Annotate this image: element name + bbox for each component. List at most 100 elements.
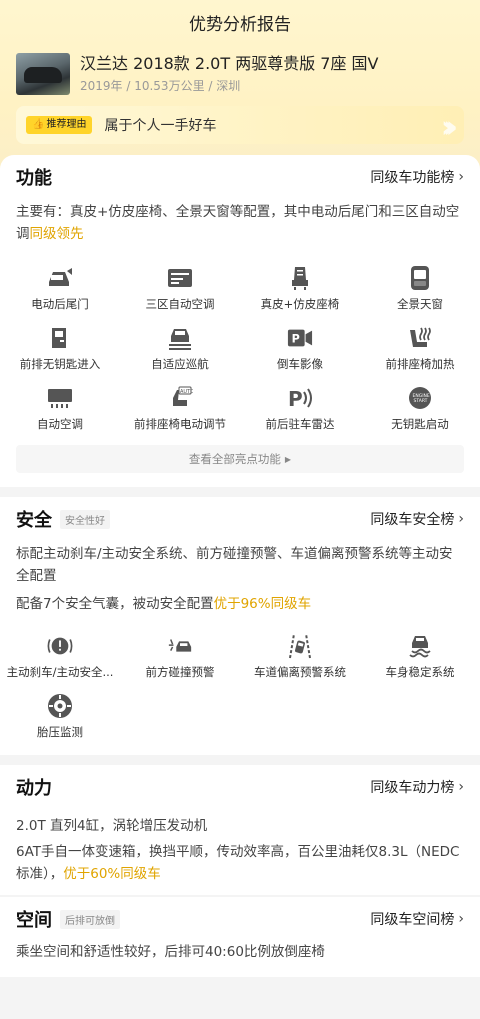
- feature-label: 无钥匙启动: [391, 417, 449, 431]
- view-all-features-label: 查看全部亮点功能: [188, 452, 281, 466]
- feature-item[interactable]: 前排无钥匙进入: [0, 319, 120, 379]
- safety-airbag-text: 配备7个安全气囊，被动安全配置: [16, 596, 214, 612]
- feature-label: 车道偏离预警系统: [254, 665, 346, 679]
- power-section: 动力 同级车动力榜 › 2.0T 直列4缸，涡轮增压发动机 6AT手自一体变速箱…: [0, 765, 480, 895]
- safety-rank-link[interactable]: 同级车安全榜 ›: [370, 509, 464, 529]
- space-title: 空间 后排可放倒: [16, 906, 120, 932]
- caret-right-icon: ▶: [284, 454, 292, 464]
- tailgate-icon: [47, 266, 73, 290]
- report-hero: 优势分析报告 汉兰达 2018款 2.0T 两驱尊贵版 7座 国V 2019年 …: [0, 0, 480, 175]
- start-button-icon: ENGINE START: [407, 386, 433, 410]
- safety-highlight: 优于96%同级车: [213, 596, 312, 612]
- feature-item[interactable]: 全景天窗: [360, 259, 480, 319]
- car-meta: 2019年 / 10.53万公里 / 深圳: [80, 79, 241, 93]
- svg-text:START: START: [414, 398, 428, 404]
- seat-heat-icon: [407, 326, 433, 350]
- camera-icon: P: [287, 326, 313, 350]
- recommend-reason-text: 属于个人一手好车: [104, 118, 217, 134]
- space-description: 乘坐空间和舒适性较好，后排可40:60比例放倒座椅: [16, 944, 325, 960]
- feature-label: 三区自动空调: [145, 297, 215, 311]
- space-rank-link[interactable]: 同级车空间榜 ›: [370, 909, 464, 929]
- feature-label: 主动刹车/主动安全...: [6, 665, 114, 679]
- feature-label: 前排座椅电动调节: [134, 417, 226, 431]
- safety-feature-grid: 主动刹车/主动安全... 前方碰撞预警 车道偏离预警系统 车身稳定系统 胎压监测: [0, 627, 480, 747]
- power-highlight: 优于60%同级车: [63, 866, 161, 882]
- feature-label: 前后驻车雷达: [265, 417, 335, 431]
- feature-item[interactable]: 主动刹车/主动安全...: [0, 627, 120, 687]
- safety-title: 安全 安全性好: [16, 506, 110, 532]
- safety-rank-label: 同级车安全榜: [370, 512, 455, 528]
- power-rank-link[interactable]: 同级车动力榜 ›: [370, 777, 464, 797]
- space-rank-label: 同级车空间榜: [370, 912, 455, 928]
- chevron-decoration-icon: ›››: [440, 110, 458, 144]
- feature-item[interactable]: 车身稳定系统: [360, 627, 480, 687]
- collision-icon: [167, 634, 193, 658]
- feature-label: 胎压监测: [37, 725, 83, 739]
- feature-item[interactable]: AUTO 前排座椅电动调节: [120, 379, 240, 439]
- feature-label: 自动空调: [37, 417, 83, 431]
- thumb-up-icon: 👍: [32, 119, 45, 130]
- feature-item[interactable]: 前排座椅加热: [360, 319, 480, 379]
- car-title: 汉兰达 2018款 2.0T 两驱尊贵版 7座 国V: [80, 54, 379, 73]
- feature-item[interactable]: ENGINE START 无钥匙启动: [360, 379, 480, 439]
- page-title: 优势分析报告: [189, 14, 291, 35]
- feature-item[interactable]: 电动后尾门: [0, 259, 120, 319]
- feature-label: 真皮+仿皮座椅: [260, 297, 340, 311]
- feature-item[interactable]: P 前后驻车雷达: [240, 379, 360, 439]
- power-transmission: 6AT手自一体变速箱，换挡平顺，传动效率高，百公里油耗仅8.3L（NEDC标准）…: [0, 841, 480, 885]
- recommend-reason-tag: 👍 推荐理由: [26, 116, 93, 134]
- safety-section: 安全 安全性好 同级车安全榜 › 标配主动刹车/主动安全系统、前方碰撞预警、车道…: [0, 497, 480, 755]
- car-summary[interactable]: 汉兰达 2018款 2.0T 两驱尊贵版 7座 国V 2019年 / 10.53…: [16, 52, 464, 96]
- ac-icon: [47, 386, 73, 410]
- feature-label: 倒车影像: [277, 357, 323, 371]
- cruise-icon: [167, 326, 193, 350]
- safety-airbag-description: 配备7个安全气囊，被动安全配置优于96%同级车: [0, 593, 480, 615]
- sunroof-icon: [407, 266, 433, 290]
- feature-item[interactable]: 自动空调: [0, 379, 120, 439]
- seat-icon: [287, 266, 313, 290]
- safety-tag: 安全性好: [60, 509, 110, 529]
- car-thumbnail: [16, 53, 70, 95]
- feature-item[interactable]: 车道偏离预警系统: [240, 627, 360, 687]
- chevron-right-icon: ›: [458, 911, 464, 927]
- function-title: 功能: [16, 168, 52, 189]
- function-highlight: 同级领先: [29, 226, 84, 242]
- recommend-reason-bar: 👍 推荐理由 属于个人一手好车 ›››: [16, 106, 464, 144]
- brake-icon: [47, 634, 73, 658]
- space-section: 空间 后排可放倒 同级车空间榜 › 乘坐空间和舒适性较好，后排可40:60比例放…: [0, 897, 480, 977]
- parking-radar-icon: P: [287, 386, 313, 410]
- door-key-icon: [47, 326, 73, 350]
- chevron-right-icon: ›: [458, 779, 464, 795]
- svg-text:P: P: [292, 333, 300, 346]
- feature-label: 电动后尾门: [31, 297, 89, 311]
- function-rank-link[interactable]: 同级车功能榜 ›: [370, 167, 464, 187]
- safety-title-text: 安全: [16, 510, 52, 531]
- power-title: 动力: [16, 778, 52, 799]
- svg-text:AUTO: AUTO: [180, 389, 193, 395]
- safety-description: 标配主动刹车/主动安全系统、前方碰撞预警、车道偏离预警系统等主动安全配置: [16, 546, 453, 584]
- svg-text:P: P: [288, 387, 303, 410]
- feature-label: 车身稳定系统: [385, 665, 455, 679]
- feature-label: 自适应巡航: [151, 357, 209, 371]
- power-rank-label: 同级车动力榜: [370, 780, 455, 796]
- climate-icon: [167, 266, 193, 290]
- function-section: 功能 同级车功能榜 › 主要有：真皮+仿皮座椅、全景天窗等配置，其中电动后尾门和…: [0, 155, 480, 487]
- recommend-reason-tag-label: 推荐理由: [46, 119, 87, 130]
- feature-item[interactable]: 前方碰撞预警: [120, 627, 240, 687]
- seat-adjust-icon: AUTO: [167, 386, 193, 410]
- function-rank-label: 同级车功能榜: [370, 170, 455, 186]
- space-tag: 后排可放倒: [60, 909, 120, 929]
- function-description: 主要有：真皮+仿皮座椅、全景天窗等配置，其中电动后尾门和三区自动空调同级领先: [0, 201, 480, 245]
- view-all-features-button[interactable]: 查看全部亮点功能 ▶: [16, 445, 464, 473]
- feature-label: 前排无钥匙进入: [19, 357, 101, 371]
- feature-item[interactable]: 真皮+仿皮座椅: [240, 259, 360, 319]
- feature-item[interactable]: P 倒车影像: [240, 319, 360, 379]
- feature-label: 全景天窗: [397, 297, 443, 311]
- feature-item[interactable]: 胎压监测: [0, 687, 120, 747]
- chevron-right-icon: ›: [458, 169, 464, 185]
- feature-item[interactable]: 三区自动空调: [120, 259, 240, 319]
- space-title-text: 空间: [16, 910, 52, 931]
- chevron-right-icon: ›: [458, 511, 464, 527]
- stability-icon: [407, 634, 433, 658]
- feature-item[interactable]: 自适应巡航: [120, 319, 240, 379]
